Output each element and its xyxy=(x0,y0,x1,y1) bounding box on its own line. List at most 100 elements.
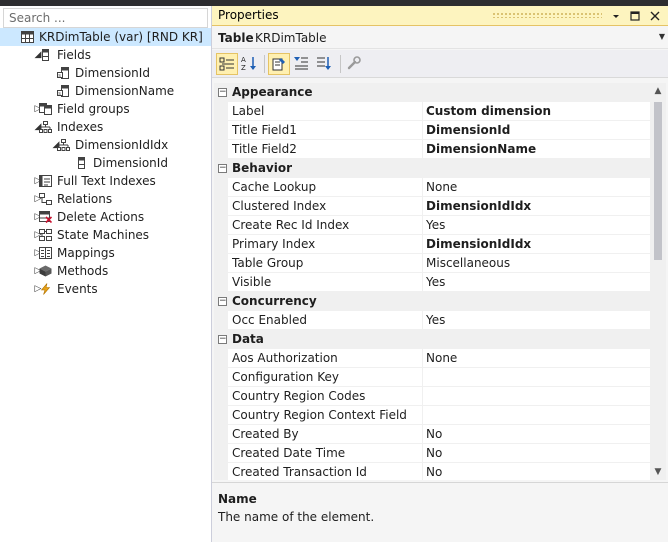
property-row[interactable]: Clustered Index DimensionIdIdx xyxy=(214,197,650,216)
property-value[interactable]: DimensionId xyxy=(426,121,648,140)
category-name: Appearance xyxy=(232,85,313,99)
property-name: Table Group xyxy=(232,256,304,270)
property-value[interactable]: Yes xyxy=(426,216,648,235)
object-selector[interactable]: Table KRDimTable ▼ xyxy=(212,27,668,49)
property-value[interactable]: Yes xyxy=(426,273,648,292)
category-data[interactable]: − Data xyxy=(214,330,650,349)
tree-node-indexes[interactable]: ◢ Indexes xyxy=(0,118,211,136)
property-value[interactable]: DimensionName xyxy=(426,140,648,159)
search-input[interactable] xyxy=(4,9,174,27)
tree-node-krdimtable-var-rnd-kr[interactable]: KRDimTable (var) [RND KR] xyxy=(0,28,211,46)
property-row[interactable]: Visible Yes xyxy=(214,273,650,292)
expand-all-button[interactable] xyxy=(291,53,313,75)
fieldstr-icon: s xyxy=(57,85,70,97)
property-row[interactable]: Created Date Time No xyxy=(214,444,650,463)
property-row[interactable]: Country Region Context Field xyxy=(214,406,650,425)
tree-node-field-groups[interactable]: ▷ Field groups xyxy=(0,100,211,118)
property-row[interactable]: Title Field2 DimensionName xyxy=(214,140,650,159)
event-icon xyxy=(39,283,52,295)
property-grid: − Appearance Label Custom dimension Title Fi… xyxy=(214,83,650,480)
collapse-box-icon[interactable]: − xyxy=(218,297,227,306)
tree-node-fields[interactable]: ◢ Fields xyxy=(0,46,211,64)
close-button[interactable] xyxy=(646,7,664,25)
property-row[interactable]: Configuration Key xyxy=(214,368,650,387)
properties-window: Properties Table KRDimTable ▼ A Z − Appe… xyxy=(211,6,668,542)
tree-node-state-machines[interactable]: ▷ State Machines xyxy=(0,226,211,244)
property-value[interactable]: None xyxy=(426,178,648,197)
property-value[interactable]: DimensionIdIdx xyxy=(426,197,648,216)
chevron-down-icon[interactable]: ▼ xyxy=(659,32,665,41)
fieldgroup-icon xyxy=(39,103,52,115)
property-row[interactable]: Table Group Miscellaneous xyxy=(214,254,650,273)
property-pages-button[interactable] xyxy=(344,53,366,75)
scroll-up-arrow[interactable]: ▲ xyxy=(650,83,666,99)
tree-node-label: KRDimTable (var) [RND KR] xyxy=(39,30,203,44)
property-row[interactable]: Country Region Codes xyxy=(214,387,650,406)
tree-node-label: DimensionId xyxy=(75,66,150,80)
tree-node-dimensionname[interactable]: s DimensionName xyxy=(0,82,211,100)
scroll-down-arrow[interactable]: ▼ xyxy=(650,464,666,480)
property-row[interactable]: Occ Enabled Yes xyxy=(214,311,650,330)
categorized-button[interactable] xyxy=(216,53,238,75)
tree-node-label: Fields xyxy=(57,48,91,62)
tree-node-mappings[interactable]: ▷ Mappings xyxy=(0,244,211,262)
fulltext-icon xyxy=(39,175,52,187)
property-row[interactable]: Aos Authorization None xyxy=(214,349,650,368)
property-value[interactable]: No xyxy=(426,444,648,463)
property-value[interactable]: None xyxy=(426,349,648,368)
properties-view-button[interactable] xyxy=(268,53,290,75)
tree-node-dimensionid[interactable]: s DimensionId xyxy=(0,64,211,82)
property-row[interactable]: Title Field1 DimensionId xyxy=(214,121,650,140)
category-name: Concurrency xyxy=(232,294,317,308)
property-row[interactable]: Created By No xyxy=(214,425,650,444)
maximize-button[interactable] xyxy=(626,7,644,25)
collapse-box-icon[interactable]: − xyxy=(218,164,227,173)
search-box[interactable] xyxy=(3,8,208,28)
property-row[interactable]: Primary Index DimensionIdIdx xyxy=(214,235,650,254)
property-grid-scrollbar[interactable]: ▲ ▼ xyxy=(650,83,666,480)
property-value[interactable] xyxy=(426,406,648,425)
properties-title-bar[interactable]: Properties xyxy=(212,6,668,26)
property-row[interactable]: Cache Lookup None xyxy=(214,178,650,197)
tree-node-full-text-indexes[interactable]: ▷ Full Text Indexes xyxy=(0,172,211,190)
property-name: Country Region Context Field xyxy=(232,408,407,422)
property-value[interactable] xyxy=(426,387,648,406)
tree-node-label: Delete Actions xyxy=(57,210,145,224)
tree-node-dimensionididx[interactable]: ◢ DimensionIdIdx xyxy=(0,136,211,154)
property-name: Visible xyxy=(232,275,272,289)
category-appearance[interactable]: − Appearance xyxy=(214,83,650,102)
collapse-box-icon[interactable]: − xyxy=(218,335,227,344)
tree-node-events[interactable]: ▷ Events xyxy=(0,280,211,298)
collapse-box-icon[interactable]: − xyxy=(218,88,227,97)
property-name: Label xyxy=(232,104,265,118)
tree-node-delete-actions[interactable]: ▷ Delete Actions xyxy=(0,208,211,226)
property-name: Title Field2 xyxy=(232,142,297,156)
sort-button[interactable] xyxy=(314,53,336,75)
tree-node-dimensionid[interactable]: DimensionId xyxy=(0,154,211,172)
category-concurrency[interactable]: − Concurrency xyxy=(214,292,650,311)
property-row[interactable]: Label Custom dimension xyxy=(214,102,650,121)
scroll-thumb[interactable] xyxy=(654,102,662,260)
description-title: Name xyxy=(218,492,257,506)
description-panel: Name The name of the element. xyxy=(212,482,668,542)
alphabetical-button[interactable]: A Z xyxy=(239,53,261,75)
property-value[interactable]: No xyxy=(426,425,648,444)
property-value[interactable]: DimensionIdIdx xyxy=(426,235,648,254)
tree-node-relations[interactable]: ▷ Relations xyxy=(0,190,211,208)
sort-descending-icon xyxy=(317,57,331,70)
window-position-button[interactable] xyxy=(607,7,625,25)
property-row[interactable]: Create Rec Id Index Yes xyxy=(214,216,650,235)
property-value[interactable]: No xyxy=(426,463,648,480)
property-value[interactable]: Yes xyxy=(426,311,648,330)
property-row[interactable]: Created Transaction Id No xyxy=(214,463,650,480)
description-text: The name of the element. xyxy=(218,510,375,524)
tree-node-methods[interactable]: ▷ Methods xyxy=(0,262,211,280)
tree-node-label: Field groups xyxy=(57,102,130,116)
property-value[interactable]: Miscellaneous xyxy=(426,254,648,273)
statemachine-icon xyxy=(39,229,52,241)
property-value[interactable] xyxy=(426,368,648,387)
relation-icon xyxy=(39,193,52,205)
property-value[interactable]: Custom dimension xyxy=(426,102,648,121)
category-behavior[interactable]: − Behavior xyxy=(214,159,650,178)
element-tree: KRDimTable (var) [RND KR] ◢ Fields s Dimensi… xyxy=(0,28,211,298)
